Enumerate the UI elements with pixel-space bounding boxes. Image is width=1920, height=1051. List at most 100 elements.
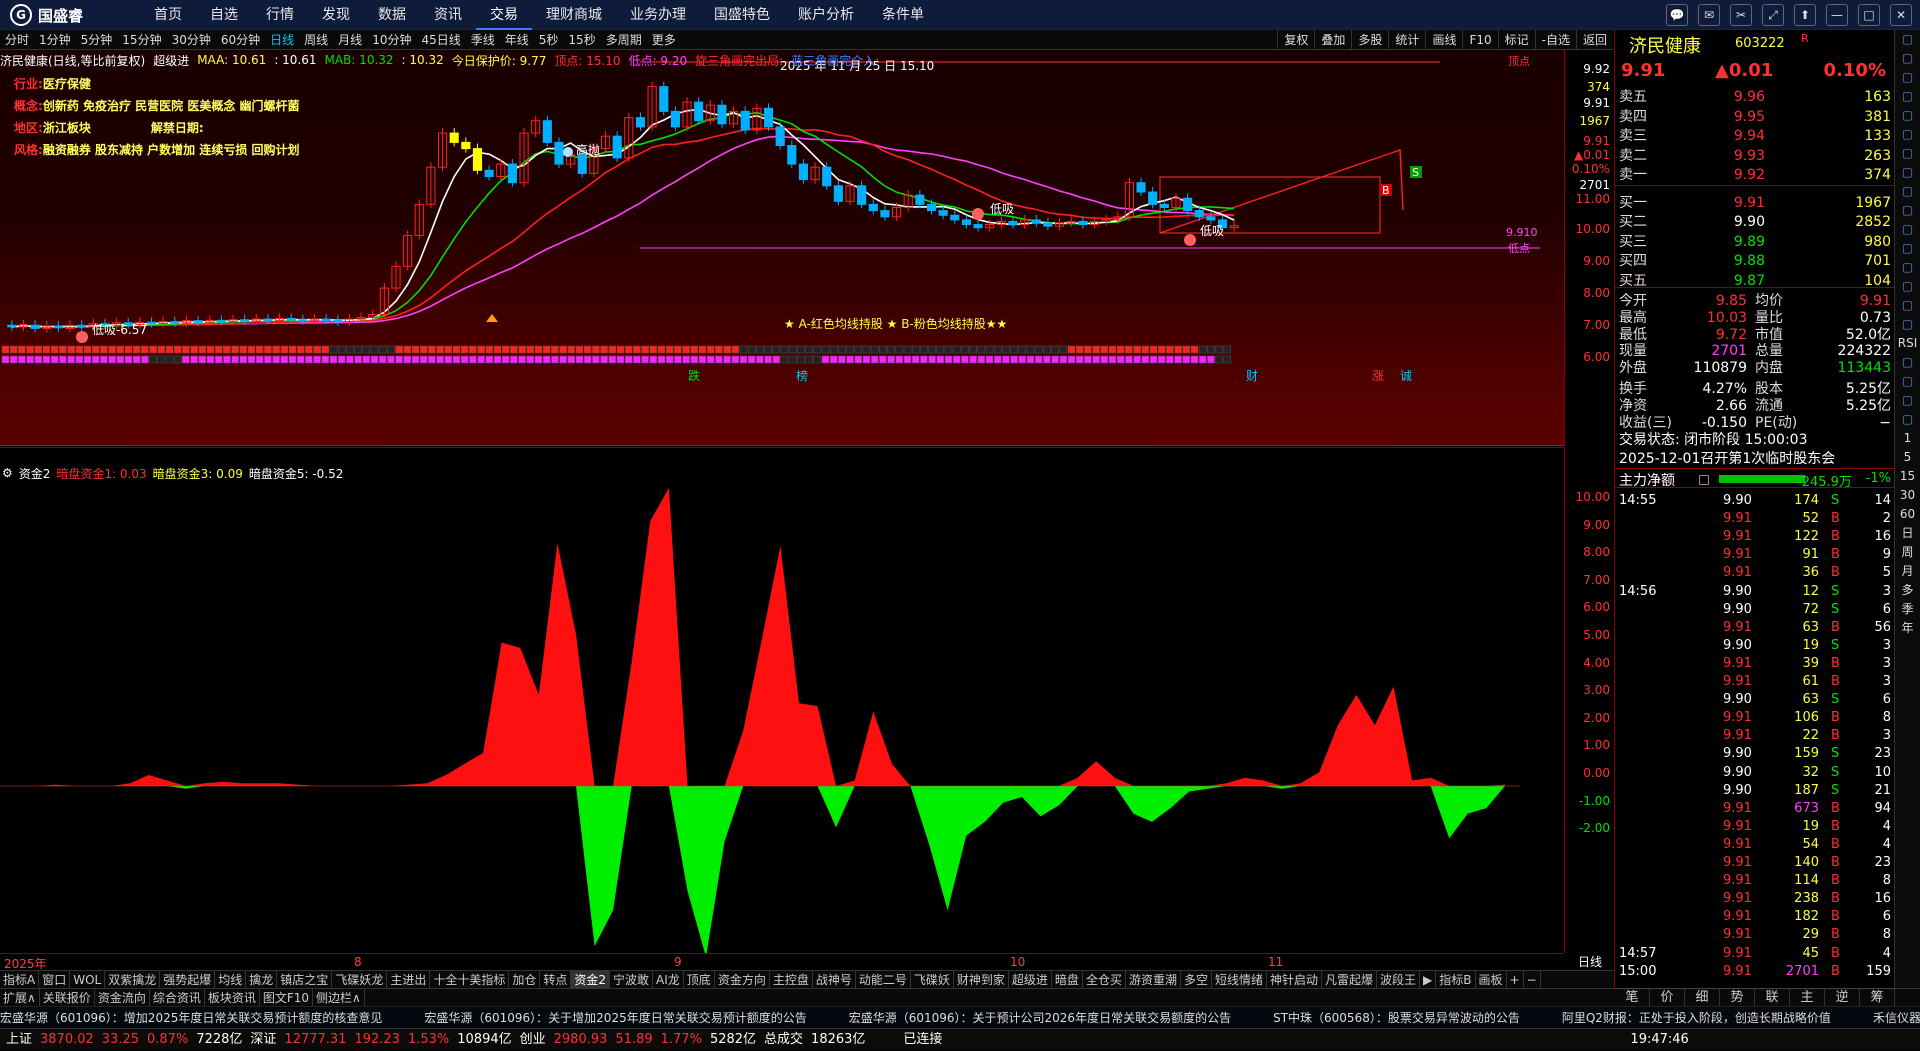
sidebar-tab-25[interactable]: 60	[1895, 505, 1920, 524]
news-item[interactable]: 宏盛华源（601096）：增加2025年度日常关联交易预计额度的核查意见	[0, 1011, 382, 1025]
candle[interactable]	[612, 135, 622, 159]
sidebar-tab-10[interactable]: ▢	[1895, 220, 1920, 239]
candle[interactable]	[938, 210, 948, 216]
candle[interactable]	[915, 194, 925, 205]
candle[interactable]	[1148, 191, 1158, 205]
status-sz-label[interactable]: 深证	[250, 1029, 276, 1050]
sidebar-tab-30[interactable]: 季	[1895, 600, 1920, 619]
candle[interactable]	[1159, 203, 1169, 208]
news-item[interactable]: 禾信仪器（688	[1873, 1011, 1920, 1025]
candle[interactable]	[321, 318, 331, 322]
fund-flow-panel[interactable]	[0, 447, 1564, 958]
candle[interactable]	[775, 126, 785, 147]
candle[interactable]	[787, 145, 797, 165]
sidebar-tab-14[interactable]: ▢	[1895, 296, 1920, 315]
sidebar-tab-22[interactable]: 5	[1895, 448, 1920, 467]
window-control-icon-2[interactable]: ✂	[1730, 4, 1752, 26]
menu-item-11[interactable]: 条件单	[868, 0, 938, 30]
window-control-icon-3[interactable]: ⤢	[1762, 4, 1784, 26]
indicator-tab-11[interactable]: 加仓	[509, 971, 541, 988]
window-control-icon-0[interactable]: 💬	[1666, 4, 1688, 26]
candle[interactable]	[1031, 219, 1041, 224]
candle[interactable]	[1194, 210, 1204, 218]
candle[interactable]	[1078, 220, 1088, 226]
bottom-tab-4[interactable]: 板块资讯	[205, 989, 260, 1006]
indicator-tab-19[interactable]: 战神号	[813, 971, 856, 988]
indicator-tab-35[interactable]: +	[1507, 971, 1524, 988]
quote-tab-0[interactable]: 笔	[1615, 989, 1650, 1006]
candle[interactable]	[763, 107, 774, 128]
period-tab-6[interactable]: 日线	[265, 31, 299, 48]
sidebar-tab-21[interactable]: 1	[1895, 429, 1920, 448]
candle[interactable]	[484, 169, 494, 178]
app-logo[interactable]: G 国盛睿	[10, 4, 83, 26]
indicator-tab-18[interactable]: 主控盘	[770, 971, 813, 988]
candle[interactable]	[798, 163, 809, 181]
tool-button-0[interactable]: 复权	[1277, 30, 1314, 49]
candle[interactable]	[1136, 182, 1146, 193]
menu-item-2[interactable]: 行情	[252, 0, 308, 30]
indicator-tab-34[interactable]: 画板	[1476, 971, 1507, 988]
candle[interactable]	[542, 120, 552, 143]
tool-button-1[interactable]: 叠加	[1314, 30, 1351, 49]
sidebar-tab-19[interactable]: ▢	[1895, 391, 1920, 410]
sidebar-tab-17[interactable]: ▢	[1895, 353, 1920, 372]
status-sh-label[interactable]: 上证	[6, 1029, 32, 1050]
order-book-row[interactable]: 卖三 9.94 133	[1615, 127, 1895, 146]
candle[interactable]	[1183, 197, 1193, 212]
period-tab-8[interactable]: 月线	[333, 31, 367, 48]
order-book-row[interactable]: 卖二 9.93 263	[1615, 147, 1895, 166]
candle[interactable]	[472, 148, 483, 171]
fund-flow-chart[interactable]	[0, 448, 1564, 958]
menu-item-10[interactable]: 账户分析	[784, 0, 868, 30]
candle[interactable]	[659, 86, 669, 112]
candle[interactable]	[577, 154, 587, 174]
quote-tab-6[interactable]: 逆	[1825, 989, 1860, 1006]
menu-item-1[interactable]: 自选	[196, 0, 252, 30]
sidebar-tab-3[interactable]: ▢	[1895, 87, 1920, 106]
bottom-tab-0[interactable]: 扩展∧	[0, 989, 40, 1006]
indicator-tab-27[interactable]: 多空	[1181, 971, 1212, 988]
kline-indicator-name[interactable]: 超级进	[153, 52, 189, 69]
indicator-tab-30[interactable]: 凡雷起爆	[1322, 971, 1378, 988]
indicator-tab-5[interactable]: 均线	[215, 971, 247, 988]
candle[interactable]	[333, 319, 343, 323]
menu-item-9[interactable]: 国盛特色	[700, 0, 784, 30]
candle[interactable]	[286, 317, 296, 321]
sidebar-tab-12[interactable]: ▢	[1895, 258, 1920, 277]
indicator-tab-20[interactable]: 动能二号	[856, 971, 911, 988]
period-tab-2[interactable]: 5分钟	[76, 31, 118, 48]
tool-button-7[interactable]: -自选	[1534, 30, 1576, 49]
period-tab-15[interactable]: 多周期	[601, 31, 647, 48]
tool-button-3[interactable]: 统计	[1388, 30, 1425, 49]
candle[interactable]	[868, 203, 878, 212]
sidebar-tab-18[interactable]: ▢	[1895, 372, 1920, 391]
menu-item-7[interactable]: 理财商城	[532, 0, 616, 30]
news-item[interactable]: 宏盛华源（601096）：关于预计公司2026年度日常关联交易额度的公告	[849, 1011, 1231, 1025]
indicator-tab-6[interactable]: 擒龙	[246, 971, 278, 988]
main-flow-toggle-icon[interactable]	[1699, 475, 1709, 485]
order-book-row[interactable]: 买一 9.91 1967	[1615, 194, 1895, 213]
period-tab-7[interactable]: 周线	[299, 31, 333, 48]
indicator-tab-25[interactable]: 全仓买	[1083, 971, 1126, 988]
period-tab-4[interactable]: 30分钟	[167, 31, 216, 48]
indicator-tab-14[interactable]: 宁波敢	[610, 971, 654, 988]
candle[interactable]	[694, 101, 704, 122]
tool-button-5[interactable]: F10	[1462, 30, 1497, 49]
period-tab-10[interactable]: 45日线	[416, 31, 465, 48]
candle[interactable]	[53, 325, 63, 329]
candle[interactable]	[170, 321, 180, 324]
quote-tab-2[interactable]: 细	[1685, 989, 1720, 1006]
sidebar-tab-23[interactable]: 15	[1895, 467, 1920, 486]
candle[interactable]	[193, 320, 203, 323]
indicator-tab-31[interactable]: 波段王	[1377, 971, 1421, 988]
tool-button-6[interactable]: 标记	[1497, 30, 1535, 49]
menu-item-4[interactable]: 数据	[364, 0, 420, 30]
tool-button-4[interactable]: 画线	[1425, 30, 1462, 49]
sidebar-tab-26[interactable]: 日	[1895, 524, 1920, 543]
indicator-tab-16[interactable]: 顶底	[684, 971, 715, 988]
quote-tab-4[interactable]: 联	[1755, 989, 1790, 1006]
candle[interactable]	[635, 117, 646, 128]
indicator-tab-15[interactable]: AI龙	[653, 971, 684, 988]
sub-indicator-name[interactable]: 资金2	[19, 465, 51, 482]
